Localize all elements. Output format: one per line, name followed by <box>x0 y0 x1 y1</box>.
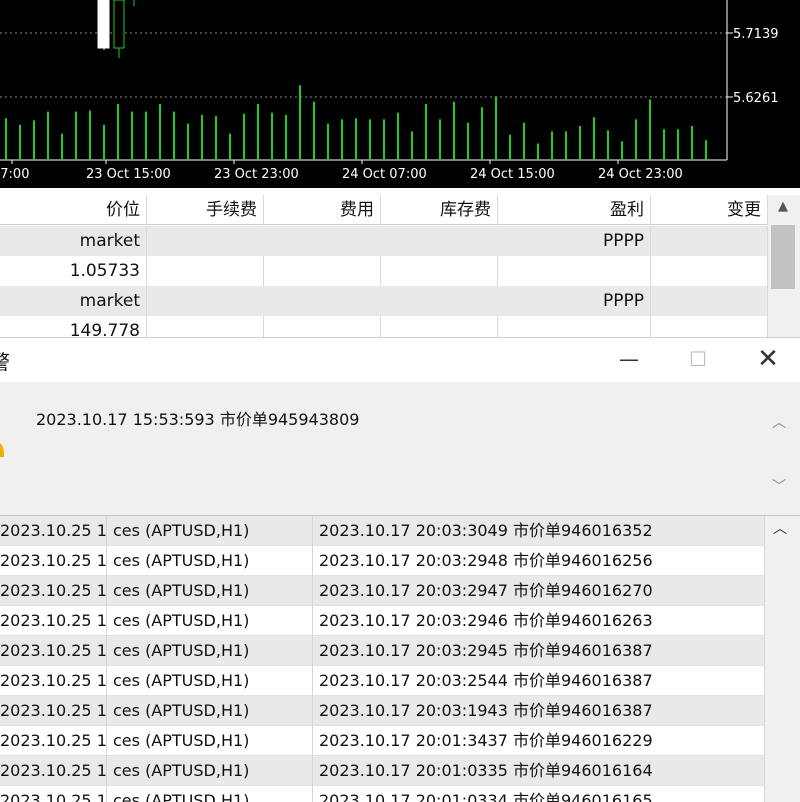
bell-icon <box>0 443 4 457</box>
time-cell: 2023.10.25 11:... <box>0 636 107 666</box>
source-cell: ces (APTUSD,H1) <box>107 636 313 666</box>
time-cell: 2023.10.25 11:... <box>0 666 107 696</box>
source-cell: ces (APTUSD,H1) <box>107 576 313 606</box>
column-header-fee[interactable]: 费用 <box>264 195 381 225</box>
price-cell: 149.778 <box>0 316 147 337</box>
message-scrollbar[interactable]: ︿ ﹀ <box>766 408 792 500</box>
scroll-up-icon[interactable]: ▲ <box>768 199 798 214</box>
trade-table-header: 价位 手续费 费用 库存费 盈利 变更 <box>0 195 768 225</box>
table-row[interactable]: 2023.10.25 11:...ces (APTUSD,H1)2023.10.… <box>0 696 765 726</box>
table-row[interactable]: 2023.10.25 11:...ces (APTUSD,H1)2023.10.… <box>0 666 765 696</box>
trade-table-scrollbar[interactable]: ▲ <box>768 195 800 337</box>
change-cell <box>651 286 768 316</box>
alert-message-area: 2023.10.17 15:53:593 市价单945943809 ︿ ﹀ <box>0 382 800 510</box>
message-cell: 2023.10.17 20:01:3437 市价单946016229 <box>313 726 765 756</box>
profit-cell: PPPP <box>147 286 651 316</box>
time-label: 23 Oct 23:00 <box>214 167 299 182</box>
table-row[interactable]: 1.05733 <box>0 256 768 286</box>
price-label: 5.7139 <box>733 27 779 42</box>
source-cell: ces (APTUSD,H1) <box>107 756 313 786</box>
source-cell: ces (APTUSD,H1) <box>107 546 313 576</box>
minimize-button[interactable]: — <box>609 344 649 374</box>
table-row[interactable]: market PPPP <box>0 286 768 316</box>
time-cell: 2023.10.25 11:... <box>0 726 107 756</box>
column-header-swap[interactable]: 库存费 <box>381 195 498 225</box>
alert-log-scrollbar[interactable]: ︿ <box>765 516 800 802</box>
commission-cell <box>147 256 264 286</box>
table-row[interactable]: 2023.10.25 11:...ces (APTUSD,H1)2023.10.… <box>0 726 765 756</box>
change-cell <box>651 226 768 256</box>
price-cell: market <box>0 226 147 256</box>
source-cell: ces (APTUSD,H1) <box>107 606 313 636</box>
alert-message-text: 2023.10.17 15:53:593 市价单945943809 <box>36 410 360 429</box>
alert-titlebar[interactable]: 警 — ☐ ✕ <box>0 338 800 382</box>
fee-cell <box>264 316 381 337</box>
scrollbar-thumb[interactable] <box>771 225 795 289</box>
profit-cell <box>498 256 651 286</box>
source-cell: ces (APTUSD,H1) <box>107 696 313 726</box>
column-header-price[interactable]: 价位 <box>0 195 147 225</box>
price-chart[interactable]: 5.7139 5.6261 07:00 23 Oct 15:00 23 Oct 23:0… <box>0 0 800 188</box>
change-cell <box>651 316 768 337</box>
message-cell: 2023.10.17 20:03:2948 市价单946016256 <box>313 546 765 576</box>
chart-canvas: 5.7139 5.6261 07:00 23 Oct 15:00 23 Oct 23:0… <box>0 0 779 182</box>
source-cell: ces (APTUSD,H1) <box>107 726 313 756</box>
message-cell: 2023.10.17 20:03:2946 市价单946016263 <box>313 606 765 636</box>
message-cell: 2023.10.17 20:03:1943 市价单946016387 <box>313 696 765 726</box>
commission-cell <box>147 316 264 337</box>
column-header-change[interactable]: 变更 <box>651 195 768 225</box>
table-row[interactable]: 2023.10.25 11:...ces (APTUSD,H1)2023.10.… <box>0 606 765 636</box>
alert-window: 警 — ☐ ✕ 2023.10.17 15:53:593 市价单94594380… <box>0 337 800 802</box>
chevron-up-icon[interactable]: ︿ <box>765 518 795 538</box>
time-cell: 2023.10.25 11:... <box>0 516 107 546</box>
source-cell: ces (APTUSD,H1) <box>107 666 313 696</box>
fee-cell <box>264 256 381 286</box>
message-cell: 2023.10.17 20:03:2945 市价单946016387 <box>313 636 765 666</box>
table-row[interactable]: market PPPP <box>0 226 768 256</box>
time-cell: 2023.10.25 11:... <box>0 576 107 606</box>
column-header-profit[interactable]: 盈利 <box>498 195 651 225</box>
source-cell: ces (APTUSD,H1) <box>107 516 313 546</box>
swap-cell <box>381 256 498 286</box>
maximize-button[interactable]: ☐ <box>678 344 718 374</box>
time-label: 24 Oct 15:00 <box>470 167 555 182</box>
table-row[interactable]: 2023.10.25 11:...ces (APTUSD,H1)2023.10.… <box>0 546 765 576</box>
time-label: 07:00 <box>0 167 29 182</box>
trade-table: 价位 手续费 费用 库存费 盈利 变更 market PPPP 1.05733 … <box>0 195 800 337</box>
alert-log-table: 2023.10.25 11:...ces (APTUSD,H1)2023.10.… <box>0 515 800 802</box>
swap-cell <box>381 316 498 337</box>
candle-body <box>113 0 125 49</box>
time-cell: 2023.10.25 11:... <box>0 606 107 636</box>
candle-body <box>97 0 110 49</box>
table-row[interactable]: 2023.10.25 11:...ces (APTUSD,H1)2023.10.… <box>0 516 765 546</box>
message-cell: 2023.10.17 20:03:2544 市价单946016387 <box>313 666 765 696</box>
time-cell: 2023.10.25 11:... <box>0 546 107 576</box>
time-cell: 2023.10.25 11:... <box>0 756 107 786</box>
table-row[interactable]: 2023.10.25 11:...ces (APTUSD,H1)2023.10.… <box>0 636 765 666</box>
change-cell <box>651 256 768 286</box>
price-cell: 1.05733 <box>0 256 147 286</box>
time-label: 24 Oct 07:00 <box>342 167 427 182</box>
message-cell: 2023.10.17 20:03:3049 市价单946016352 <box>313 516 765 546</box>
time-cell: 2023.10.25 11:... <box>0 696 107 726</box>
profit-cell <box>498 316 651 337</box>
price-cell: market <box>0 286 147 316</box>
table-row[interactable]: 149.778 <box>0 316 768 337</box>
column-header-commission[interactable]: 手续费 <box>147 195 264 225</box>
table-row[interactable]: 2023.10.25 11:...ces (APTUSD,H1)2023.10.… <box>0 756 765 786</box>
window-title: 警 <box>0 346 10 375</box>
time-label: 24 Oct 23:00 <box>598 167 683 182</box>
close-button[interactable]: ✕ <box>748 344 788 374</box>
chevron-down-icon[interactable]: ﹀ <box>766 476 792 496</box>
price-label: 5.6261 <box>733 91 779 106</box>
profit-cell: PPPP <box>147 226 651 256</box>
chevron-up-icon[interactable]: ︿ <box>766 412 792 432</box>
message-cell: 2023.10.17 20:03:2947 市价单946016270 <box>313 576 765 606</box>
time-label: 23 Oct 15:00 <box>86 167 171 182</box>
message-cell: 2023.10.17 20:01:0335 市价单946016164 <box>313 756 765 786</box>
table-row[interactable]: 2023.10.25 11:...ces (APTUSD,H1)2023.10.… <box>0 576 765 606</box>
